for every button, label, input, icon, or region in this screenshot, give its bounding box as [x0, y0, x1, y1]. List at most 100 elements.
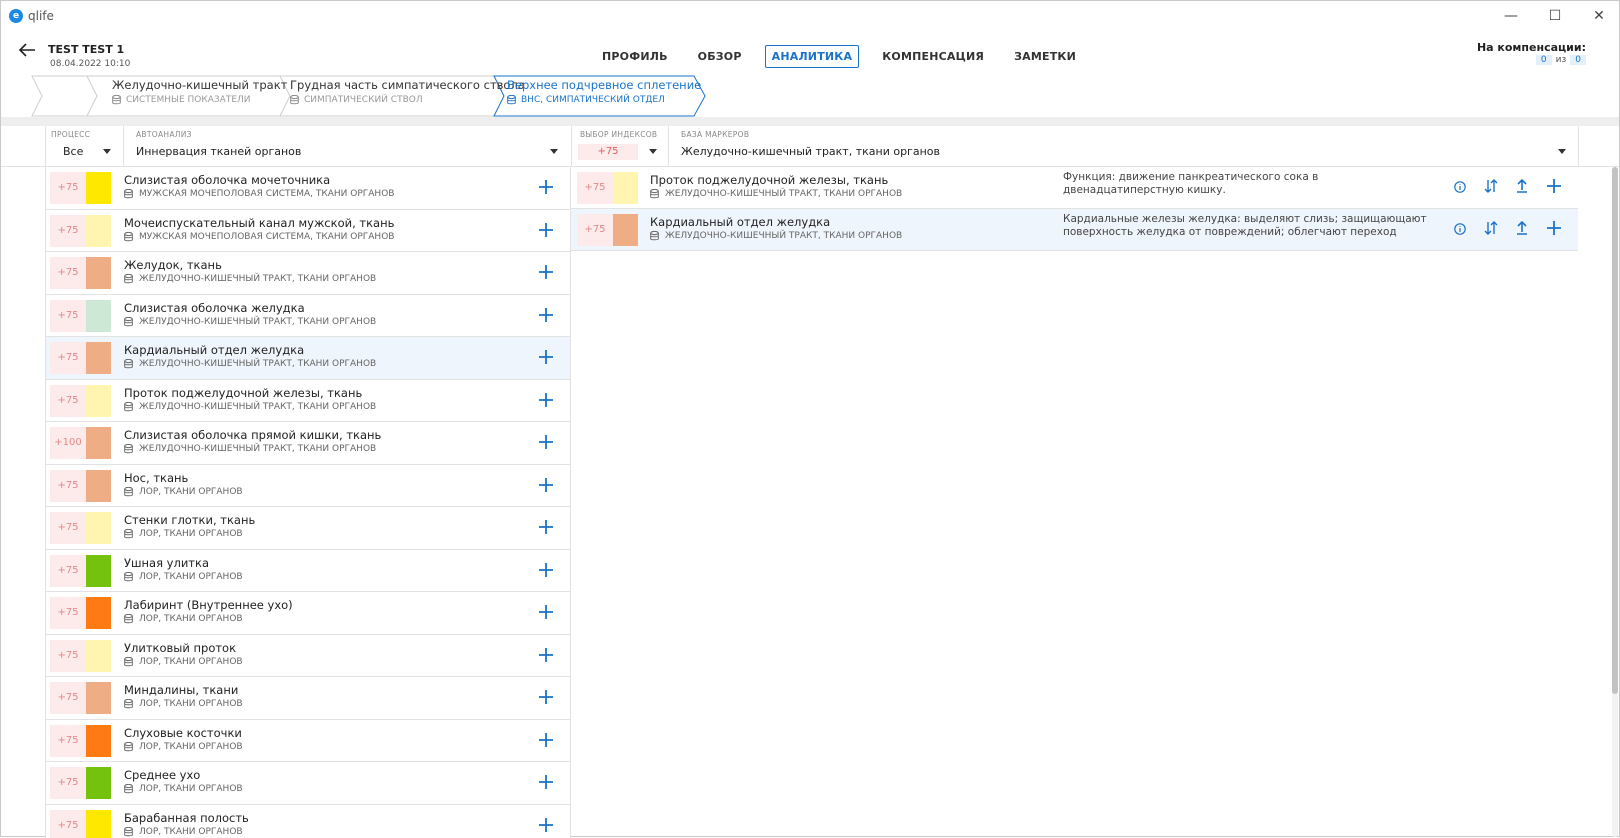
autoanalysis-label: АВТОАНАЛИЗ — [136, 130, 192, 139]
score-badge: +75 — [50, 555, 86, 587]
list-item[interactable]: +75Слуховые косточкиЛОР, ТКАНИ ОРГАНОВ — [46, 720, 570, 763]
color-swatch — [86, 682, 111, 714]
list-item[interactable]: +75Барабанная полостьЛОР, ТКАНИ ОРГАНОВ — [46, 805, 570, 838]
add-button[interactable] — [534, 431, 558, 455]
database-icon — [650, 189, 659, 199]
upload-icon — [1516, 179, 1528, 193]
compensation-label: На компенсации: — [1477, 41, 1586, 54]
info-button[interactable] — [1449, 219, 1471, 241]
list-item[interactable]: +75Миндалины, тканиЛОР, ТКАНИ ОРГАНОВ — [46, 677, 570, 720]
breadcrumb: Желудочно-кишечный тракт СИСТЕМНЫЕ ПОКАЗ… — [31, 75, 731, 117]
breadcrumb-item-1[interactable]: Желудочно-кишечный тракт СИСТЕМНЫЕ ПОКАЗ… — [97, 75, 282, 117]
list-item[interactable]: +75Лабиринт (Внутреннее ухо)ЛОР, ТКАНИ О… — [46, 592, 570, 635]
plus-icon — [539, 733, 553, 747]
color-swatch — [86, 640, 111, 672]
add-button[interactable] — [534, 516, 558, 540]
list-item[interactable]: +75Улитковый протокЛОР, ТКАНИ ОРГАНОВ — [46, 635, 570, 678]
add-button[interactable] — [534, 219, 558, 243]
chevron-down-icon — [1558, 149, 1566, 154]
list-item[interactable]: +75Слизистая оболочка желудкаЖЕЛУДОЧНО-К… — [46, 295, 570, 338]
item-category: ЛОР, ТКАНИ ОРГАНОВ — [124, 572, 243, 582]
compensation-total: 0 — [1570, 55, 1586, 65]
item-category-text: ЖЕЛУДОЧНО-КИШЕЧНЫЙ ТРАКТ, ТКАНИ ОРГАНОВ — [665, 231, 902, 241]
item-category: ЖЕЛУДОЧНО-КИШЕЧНЫЙ ТРАКТ, ТКАНИ ОРГАНОВ — [124, 359, 376, 369]
add-button[interactable] — [534, 261, 558, 285]
score-badge: +100 — [50, 427, 86, 459]
add-button[interactable] — [534, 601, 558, 625]
upload-button[interactable] — [1511, 219, 1533, 241]
item-title: Проток поджелудочной железы, ткань — [124, 386, 362, 400]
autoanalysis-select[interactable]: Иннервация тканей органов — [129, 140, 566, 164]
color-swatch — [86, 512, 111, 544]
chevron-down-icon[interactable] — [649, 149, 657, 154]
color-swatch — [86, 597, 111, 629]
database-icon — [112, 95, 121, 105]
scrollbar-thumb[interactable] — [1612, 167, 1618, 694]
item-category: МУЖСКАЯ МОЧЕПОЛОВАЯ СИСТЕМА, ТКАНИ ОРГАН… — [124, 232, 394, 242]
database-icon — [124, 529, 133, 539]
table-row[interactable]: +75Кардиальный отдел желудкаЖЕЛУДОЧНО-КИ… — [571, 209, 1578, 251]
sort-button[interactable] — [1480, 219, 1502, 241]
list-item[interactable]: +75Проток поджелудочной железы, тканьЖЕЛ… — [46, 380, 570, 423]
list-item[interactable]: +75Стенки глотки, тканьЛОР, ТКАНИ ОРГАНО… — [46, 507, 570, 550]
list-item[interactable]: +75Желудок, тканьЖЕЛУДОЧНО-КИШЕЧНЫЙ ТРАК… — [46, 252, 570, 295]
add-button[interactable] — [534, 686, 558, 710]
score-badge: +75 — [50, 385, 86, 417]
score-badge: +75 — [50, 640, 86, 672]
add-button[interactable] — [534, 346, 558, 370]
add-button[interactable] — [534, 814, 558, 838]
list-item[interactable]: +75Слизистая оболочка мочеточникаМУЖСКАЯ… — [46, 167, 570, 210]
plus-icon — [539, 265, 553, 279]
add-button[interactable] — [534, 304, 558, 328]
item-category-text: ЖЕЛУДОЧНО-КИШЕЧНЫЙ ТРАКТ, ТКАНИ ОРГАНОВ — [665, 189, 902, 199]
minimize-button[interactable]: — — [1489, 4, 1533, 28]
list-item[interactable]: +75Кардиальный отдел желудкаЖЕЛУДОЧНО-КИ… — [46, 337, 570, 380]
chevron-down-icon — [103, 149, 111, 154]
color-swatch — [86, 385, 111, 417]
item-title: Слуховые косточки — [124, 726, 242, 740]
upload-button[interactable] — [1511, 177, 1533, 199]
item-title: Проток поджелудочной железы, ткань — [650, 173, 888, 187]
item-category-text: ЖЕЛУДОЧНО-КИШЕЧНЫЙ ТРАКТ, ТКАНИ ОРГАНОВ — [139, 274, 376, 284]
sort-icon — [1484, 221, 1498, 235]
add-button[interactable] — [534, 176, 558, 200]
add-button[interactable] — [1543, 219, 1565, 241]
tab-analytics[interactable]: АНАЛИТИКА — [765, 45, 860, 68]
item-category-text: ЛОР, ТКАНИ ОРГАНОВ — [139, 827, 243, 837]
add-button[interactable] — [534, 644, 558, 668]
add-button[interactable] — [534, 389, 558, 413]
database-icon — [124, 784, 133, 794]
tab-overview[interactable]: ОБЗОР — [691, 45, 749, 68]
add-button[interactable] — [534, 559, 558, 583]
tab-compensation[interactable]: КОМПЕНСАЦИЯ — [875, 45, 991, 68]
tab-notes[interactable]: ЗАМЕТКИ — [1007, 45, 1083, 68]
list-item[interactable]: +75Мочеиспускательный канал мужской, тка… — [46, 210, 570, 253]
breadcrumb-item-2[interactable]: Грудная часть симпатического ствола СИМП… — [290, 75, 495, 117]
item-title: Ушная улитка — [124, 556, 209, 570]
add-button[interactable] — [534, 474, 558, 498]
add-button[interactable] — [534, 729, 558, 753]
database-icon — [290, 95, 299, 105]
markers-select[interactable]: Желудочно-кишечный тракт, ткани органов — [676, 140, 1576, 164]
breadcrumb-item-3[interactable]: Верхнее подчревное сплетение ВНС, СИМПАТ… — [507, 75, 697, 117]
color-swatch — [86, 215, 111, 247]
add-button[interactable] — [534, 771, 558, 795]
tab-profile[interactable]: ПРОФИЛЬ — [595, 45, 675, 68]
sort-button[interactable] — [1480, 177, 1502, 199]
list-item[interactable]: +75Среднее ухоЛОР, ТКАНИ ОРГАНОВ — [46, 762, 570, 805]
database-icon — [124, 827, 133, 837]
breadcrumb-home[interactable] — [43, 77, 89, 115]
list-item[interactable]: +75 Ушная улитка ЛОР, ТКАНИ ОРГАНОВ — [46, 550, 570, 593]
maximize-button[interactable]: ☐ — [1533, 4, 1577, 28]
info-button[interactable] — [1449, 177, 1471, 199]
breadcrumb-item-sub: СИСТЕМНЫЕ ПОКАЗАТЕЛИ — [112, 95, 251, 105]
add-button[interactable] — [1543, 177, 1565, 199]
table-row[interactable]: +75Проток поджелудочной железы, тканьЖЕЛ… — [571, 167, 1578, 209]
index-select[interactable]: +75 — [578, 144, 638, 160]
list-item[interactable]: +75Нос, тканьЛОР, ТКАНИ ОРГАНОВ — [46, 465, 570, 508]
list-item[interactable]: +100Слизистая оболочка прямой кишки, тка… — [46, 422, 570, 465]
item-category: ЛОР, ТКАНИ ОРГАНОВ — [124, 827, 243, 837]
process-select[interactable]: Все — [51, 140, 116, 164]
close-button[interactable]: ✕ — [1577, 4, 1620, 28]
back-arrow-icon[interactable] — [17, 41, 37, 59]
